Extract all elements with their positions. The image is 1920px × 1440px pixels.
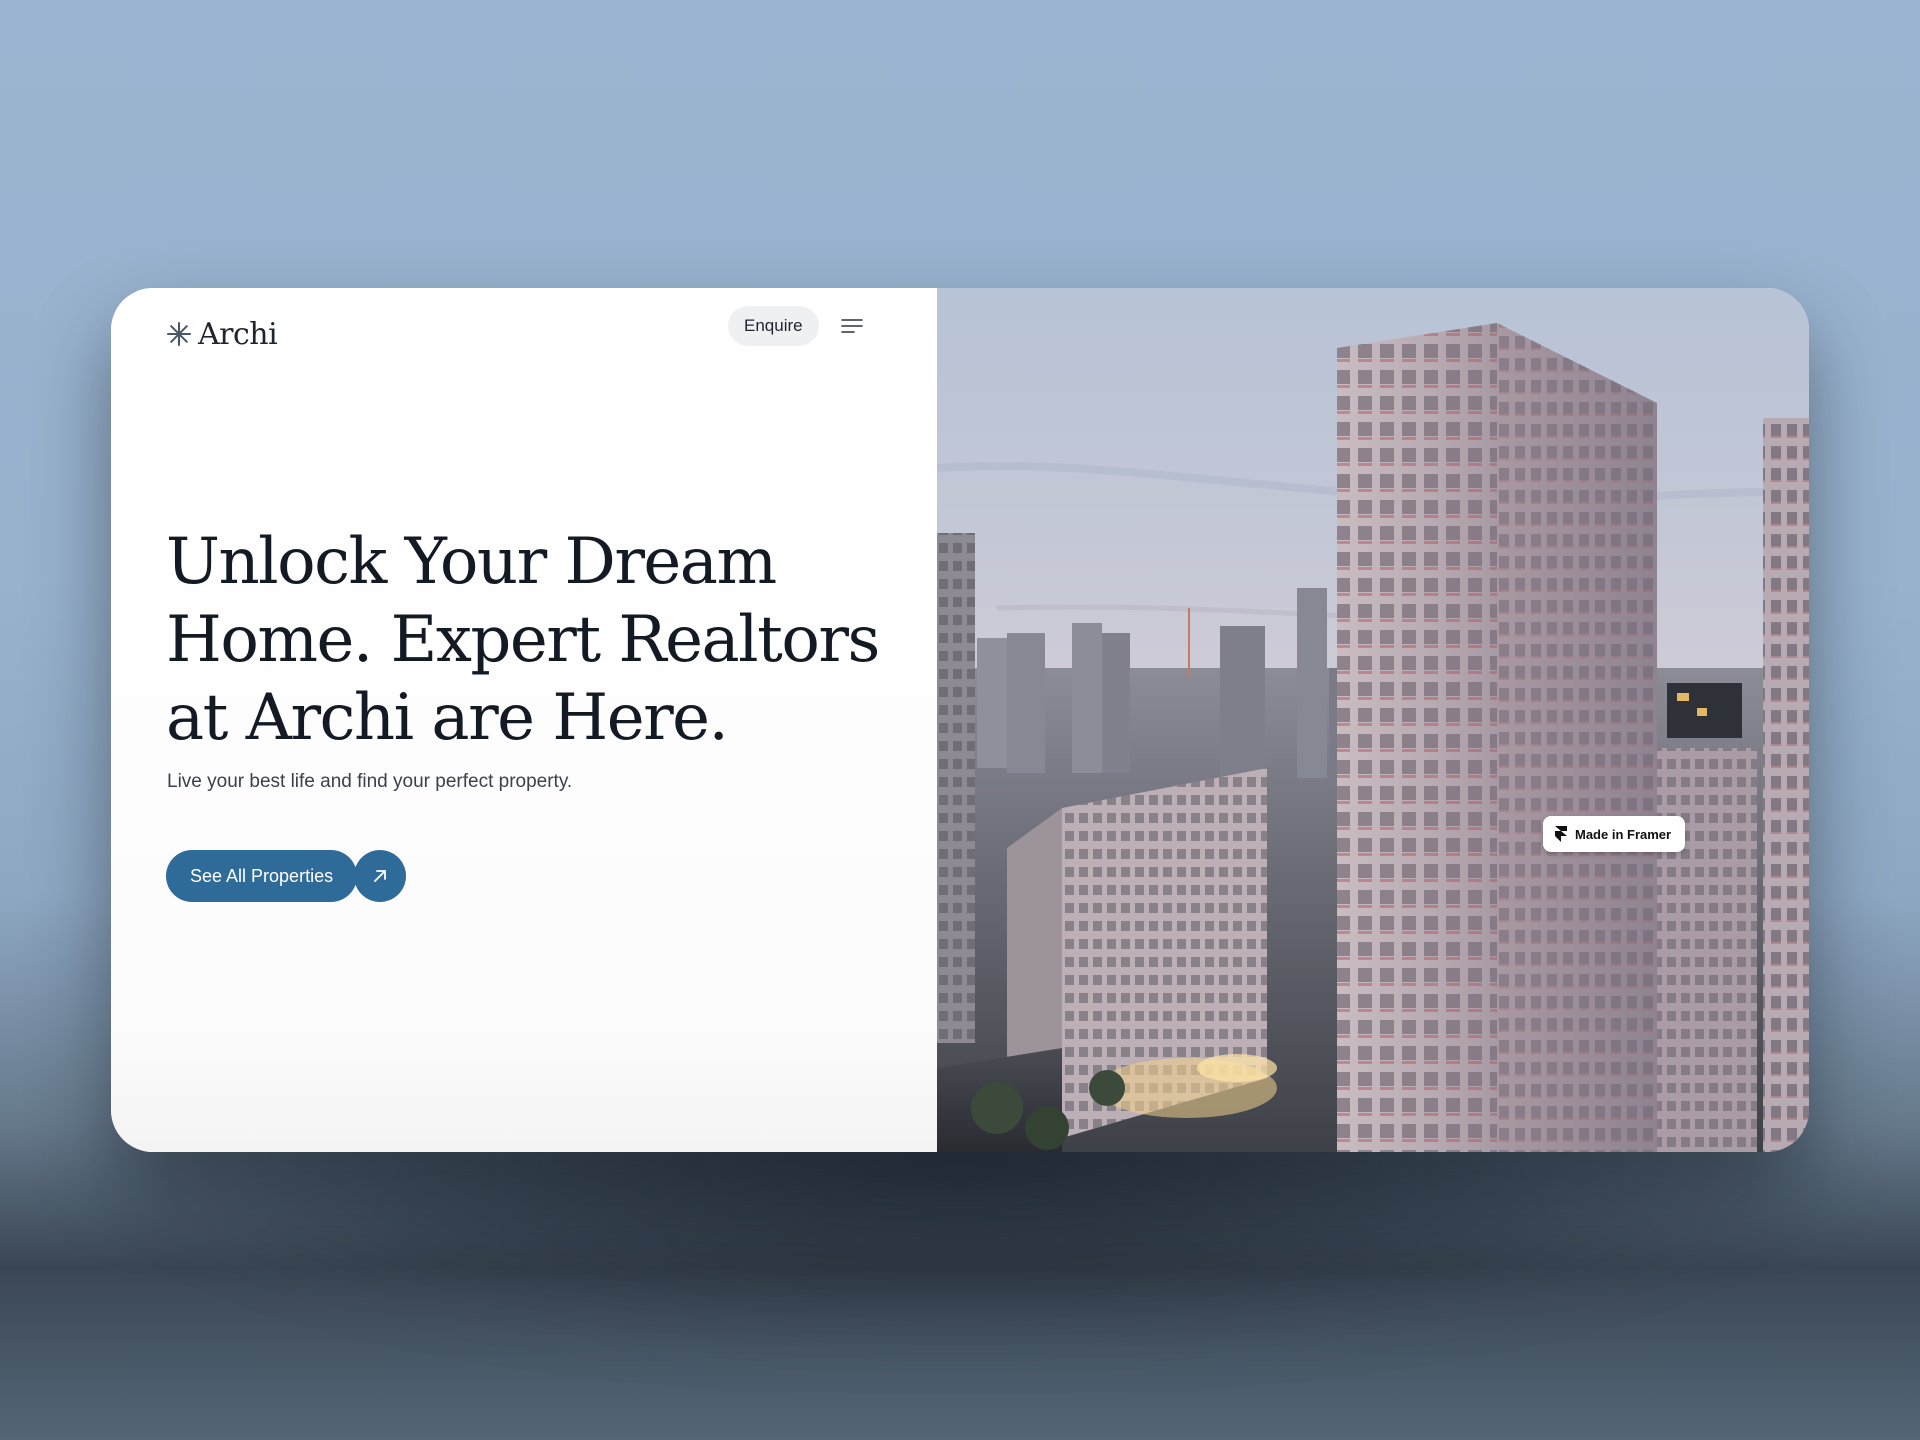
brand-logo[interactable]: Archi	[166, 310, 278, 358]
hero-content-panel: Archi Enquire Unlock Your Dream Home. Ex…	[111, 288, 937, 1152]
hero-photo-cityscape	[937, 288, 1809, 1152]
headline-line-1: Unlock Your Dream	[166, 525, 777, 599]
hero-card: Archi Enquire Unlock Your Dream Home. Ex…	[111, 288, 1809, 1152]
hero-headline: Unlock Your Dream Home. Expert Realtors …	[166, 523, 906, 757]
menu-icon	[841, 319, 863, 333]
badge-label: Made in Framer	[1575, 826, 1672, 842]
hero-subtitle: Live your best life and find your perfec…	[167, 771, 573, 792]
made-in-framer-badge[interactable]: Made in Framer	[1543, 816, 1686, 852]
menu-button[interactable]	[838, 314, 866, 338]
asterisk-icon	[167, 322, 191, 346]
framer-icon	[1555, 826, 1567, 842]
headline-line-3: at Archi are Here.	[166, 681, 729, 755]
headline-line-2: Home. Expert Realtors	[166, 603, 880, 677]
enquire-button[interactable]: Enquire	[728, 306, 819, 346]
see-all-properties-button[interactable]: See All Properties	[166, 850, 358, 902]
arrow-up-right-icon	[374, 870, 386, 882]
cityscape-illustration	[937, 288, 1809, 1152]
brand-name: Archi	[198, 316, 278, 352]
cta-arrow-button[interactable]	[354, 850, 406, 902]
